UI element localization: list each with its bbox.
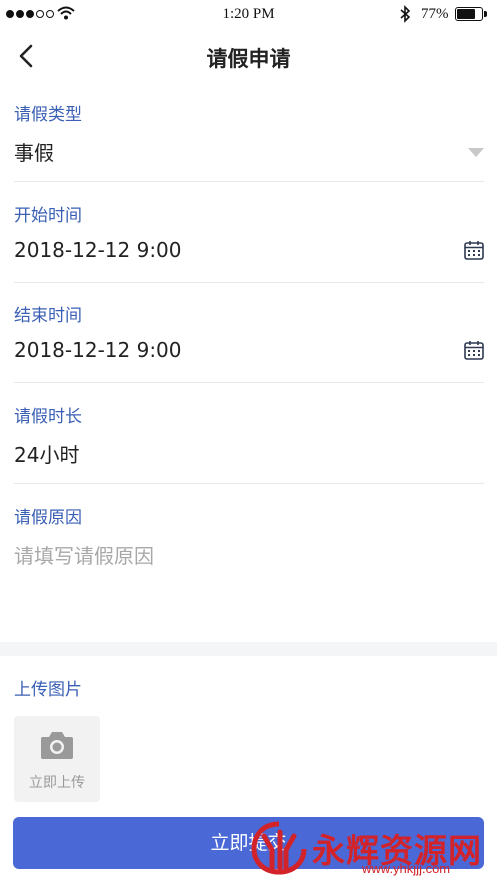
start-time-field[interactable]: 开始时间 2018-12-12 9:00 [14, 201, 484, 262]
leave-type-field[interactable]: 请假类型 事假 [14, 100, 484, 165]
divider [14, 483, 484, 484]
reason-label: 请假原因 [14, 508, 82, 528]
status-bar: 1:20 PM 77% [0, 0, 497, 30]
end-time-value: 2018-12-12 9:00 [14, 338, 182, 362]
duration-label: 请假时长 [14, 407, 82, 427]
reason-textarea[interactable]: 请填写请假原因 [14, 540, 154, 569]
calendar-icon[interactable] [464, 240, 484, 260]
bluetooth-icon [400, 5, 411, 23]
watermark-url: www.yhkjjj.com [362, 861, 451, 876]
dropdown-caret-icon[interactable] [468, 148, 484, 157]
duration-field: 请假时长 24小时 [14, 402, 484, 467]
battery-cap [484, 11, 487, 17]
start-time-label: 开始时间 [14, 206, 82, 226]
upload-button-label: 立即上传 [29, 775, 85, 791]
upload-section: 上传图片 [14, 675, 484, 700]
divider [14, 382, 484, 383]
end-time-field[interactable]: 结束时间 2018-12-12 9:00 [14, 301, 484, 362]
leave-type-label: 请假类型 [14, 105, 82, 125]
start-time-value: 2018-12-12 9:00 [14, 238, 182, 262]
divider [14, 181, 484, 182]
reason-field[interactable]: 请假原因 请填写请假原因 [14, 503, 484, 623]
duration-value: 24小时 [14, 443, 80, 467]
end-time-label: 结束时间 [14, 306, 82, 326]
watermark: 永辉资源网 www.yhkjjj.com [250, 818, 495, 880]
camera-icon [41, 732, 73, 759]
divider [14, 282, 484, 283]
battery-icon [455, 7, 483, 21]
calendar-icon[interactable] [464, 340, 484, 360]
upload-label: 上传图片 [14, 680, 82, 700]
battery-percent: 77% [421, 6, 449, 22]
upload-image-button[interactable]: 立即上传 [14, 716, 100, 802]
nav-bar: 请假申请 [0, 34, 497, 78]
leave-type-value: 事假 [14, 141, 54, 165]
page-title: 请假申请 [206, 47, 291, 71]
watermark-logo [251, 821, 307, 875]
section-separator [0, 642, 497, 656]
